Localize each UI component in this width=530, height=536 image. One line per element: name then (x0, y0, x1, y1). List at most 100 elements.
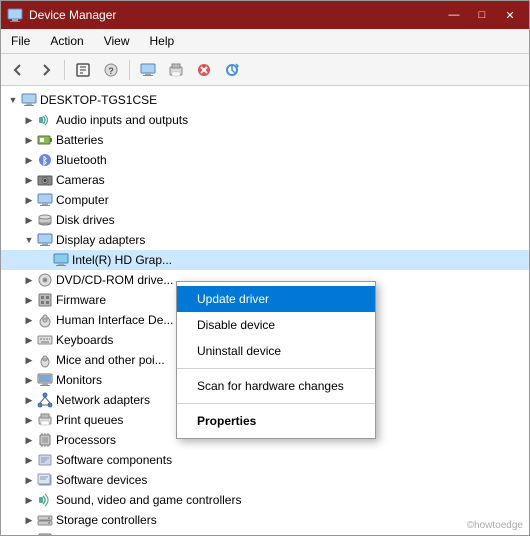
dvd-icon (37, 272, 53, 288)
sound-icon (37, 492, 53, 508)
expander-keyboards[interactable]: ▶ (21, 332, 37, 348)
root-label: DESKTOP-TGS1CSE (40, 93, 157, 107)
expander-display[interactable]: ▼ (21, 232, 37, 248)
context-menu: Update driver Disable device Uninstall d… (176, 281, 376, 439)
tree-root[interactable]: ▼ DESKTOP-TGS1CSE (1, 90, 529, 110)
keyboards-icon (37, 332, 53, 348)
svg-text:ᛒ: ᛒ (42, 155, 48, 167)
expander-mice[interactable]: ▶ (21, 352, 37, 368)
context-menu-uninstall[interactable]: Uninstall device (177, 338, 375, 364)
properties-button[interactable] (70, 58, 96, 82)
context-menu-disable[interactable]: Disable device (177, 312, 375, 338)
close-button[interactable]: ✕ (497, 5, 523, 25)
toolbar-sep-1 (64, 60, 65, 80)
help-button[interactable]: ? (98, 58, 124, 82)
computer-icon (21, 92, 37, 108)
title-bar: Device Manager — □ ✕ (1, 1, 529, 29)
printer-button[interactable] (163, 58, 189, 82)
monitors-icon (37, 372, 53, 388)
softdev-label: Software devices (56, 473, 147, 487)
context-menu-update[interactable]: Update driver (177, 286, 375, 312)
tree-item-display[interactable]: ▼ Display adapters (1, 230, 529, 250)
remove-button[interactable] (191, 58, 217, 82)
bluetooth-label: Bluetooth (56, 153, 107, 167)
toolbar: ? (1, 54, 529, 86)
tree-item-cameras[interactable]: ▶ Cameras (1, 170, 529, 190)
tree-item-batteries[interactable]: ▶ Batteries (1, 130, 529, 150)
context-menu-sep-1 (177, 368, 375, 369)
back-button[interactable] (5, 58, 31, 82)
tree-item-computer[interactable]: ▶ Computer (1, 190, 529, 210)
expander-intel (37, 252, 53, 268)
expander-dvd[interactable]: ▶ (21, 272, 37, 288)
expander-network[interactable]: ▶ (21, 392, 37, 408)
tree-item-bluetooth[interactable]: ▶ ᛒ Bluetooth (1, 150, 529, 170)
bluetooth-icon: ᛒ (37, 152, 53, 168)
storage-icon (37, 512, 53, 528)
window-controls: — □ ✕ (441, 5, 523, 25)
processors-icon (37, 432, 53, 448)
scan-button[interactable] (219, 58, 245, 82)
expander-bluetooth[interactable]: ▶ (21, 152, 37, 168)
dvd-label: DVD/CD-ROM drive... (56, 273, 173, 287)
network-icon (37, 392, 53, 408)
disk-label: Disk drives (56, 213, 115, 227)
batteries-icon (37, 132, 53, 148)
expander-processors[interactable]: ▶ (21, 432, 37, 448)
expander-firmware[interactable]: ▶ (21, 292, 37, 308)
mice-icon (37, 352, 53, 368)
sysdev-label: System devices (56, 533, 140, 535)
hid-icon (37, 312, 53, 328)
computer-label: Computer (56, 193, 109, 207)
firmware-icon (37, 292, 53, 308)
intel-label: Intel(R) HD Grap... (72, 253, 172, 267)
menu-action[interactable]: Action (40, 31, 93, 51)
expander-sound[interactable]: ▶ (21, 492, 37, 508)
minimize-button[interactable]: — (441, 5, 467, 25)
menu-help[interactable]: Help (140, 31, 185, 51)
expander-storage[interactable]: ▶ (21, 512, 37, 528)
batteries-label: Batteries (56, 133, 103, 147)
expander-disk[interactable]: ▶ (21, 212, 37, 228)
expander-cameras[interactable]: ▶ (21, 172, 37, 188)
tree-item-softcomp[interactable]: ▶ Software components (1, 450, 529, 470)
expander-audio[interactable]: ▶ (21, 112, 37, 128)
cameras-label: Cameras (56, 173, 105, 187)
menu-bar: File Action View Help (1, 29, 529, 54)
hid-label: Human Interface De... (56, 313, 173, 327)
expander-monitors[interactable]: ▶ (21, 372, 37, 388)
tree-item-sound[interactable]: ▶ Sound, video and game controllers (1, 490, 529, 510)
tree-item-disk[interactable]: ▶ Disk drives (1, 210, 529, 230)
softcomp-icon (37, 452, 53, 468)
app-icon (7, 7, 23, 23)
tree-item-softdev[interactable]: ▶ Software devices (1, 470, 529, 490)
context-menu-properties[interactable]: Properties (177, 408, 375, 434)
content-area: ▼ DESKTOP-TGS1CSE ▶ (1, 86, 529, 535)
window-title: Device Manager (29, 8, 441, 22)
keyboards-label: Keyboards (56, 333, 113, 347)
menu-view[interactable]: View (94, 31, 140, 51)
computer-button[interactable] (135, 58, 161, 82)
tree-item-audio[interactable]: ▶ Audio inputs and outputs (1, 110, 529, 130)
expander-hid[interactable]: ▶ (21, 312, 37, 328)
expander-computer[interactable]: ▶ (21, 192, 37, 208)
tree-item-storage[interactable]: ▶ Storage controllers (1, 510, 529, 530)
forward-button[interactable] (33, 58, 59, 82)
tree-item-intel[interactable]: Intel(R) HD Grap... (1, 250, 529, 270)
toolbar-sep-2 (129, 60, 130, 80)
context-menu-scan[interactable]: Scan for hardware changes (177, 373, 375, 399)
expander-softdev[interactable]: ▶ (21, 472, 37, 488)
audio-label: Audio inputs and outputs (56, 113, 188, 127)
cameras-icon (37, 172, 53, 188)
tree-item-sysdev[interactable]: ▶ System devices (1, 530, 529, 535)
expander-sysdev[interactable]: ▶ (21, 532, 37, 535)
menu-file[interactable]: File (1, 31, 40, 51)
expander-print[interactable]: ▶ (21, 412, 37, 428)
expander-softcomp[interactable]: ▶ (21, 452, 37, 468)
computer-tree-icon (37, 192, 53, 208)
expander-batteries[interactable]: ▶ (21, 132, 37, 148)
maximize-button[interactable]: □ (469, 5, 495, 25)
processors-label: Processors (56, 433, 116, 447)
svg-text:?: ? (108, 66, 114, 76)
expander-root[interactable]: ▼ (5, 92, 21, 108)
